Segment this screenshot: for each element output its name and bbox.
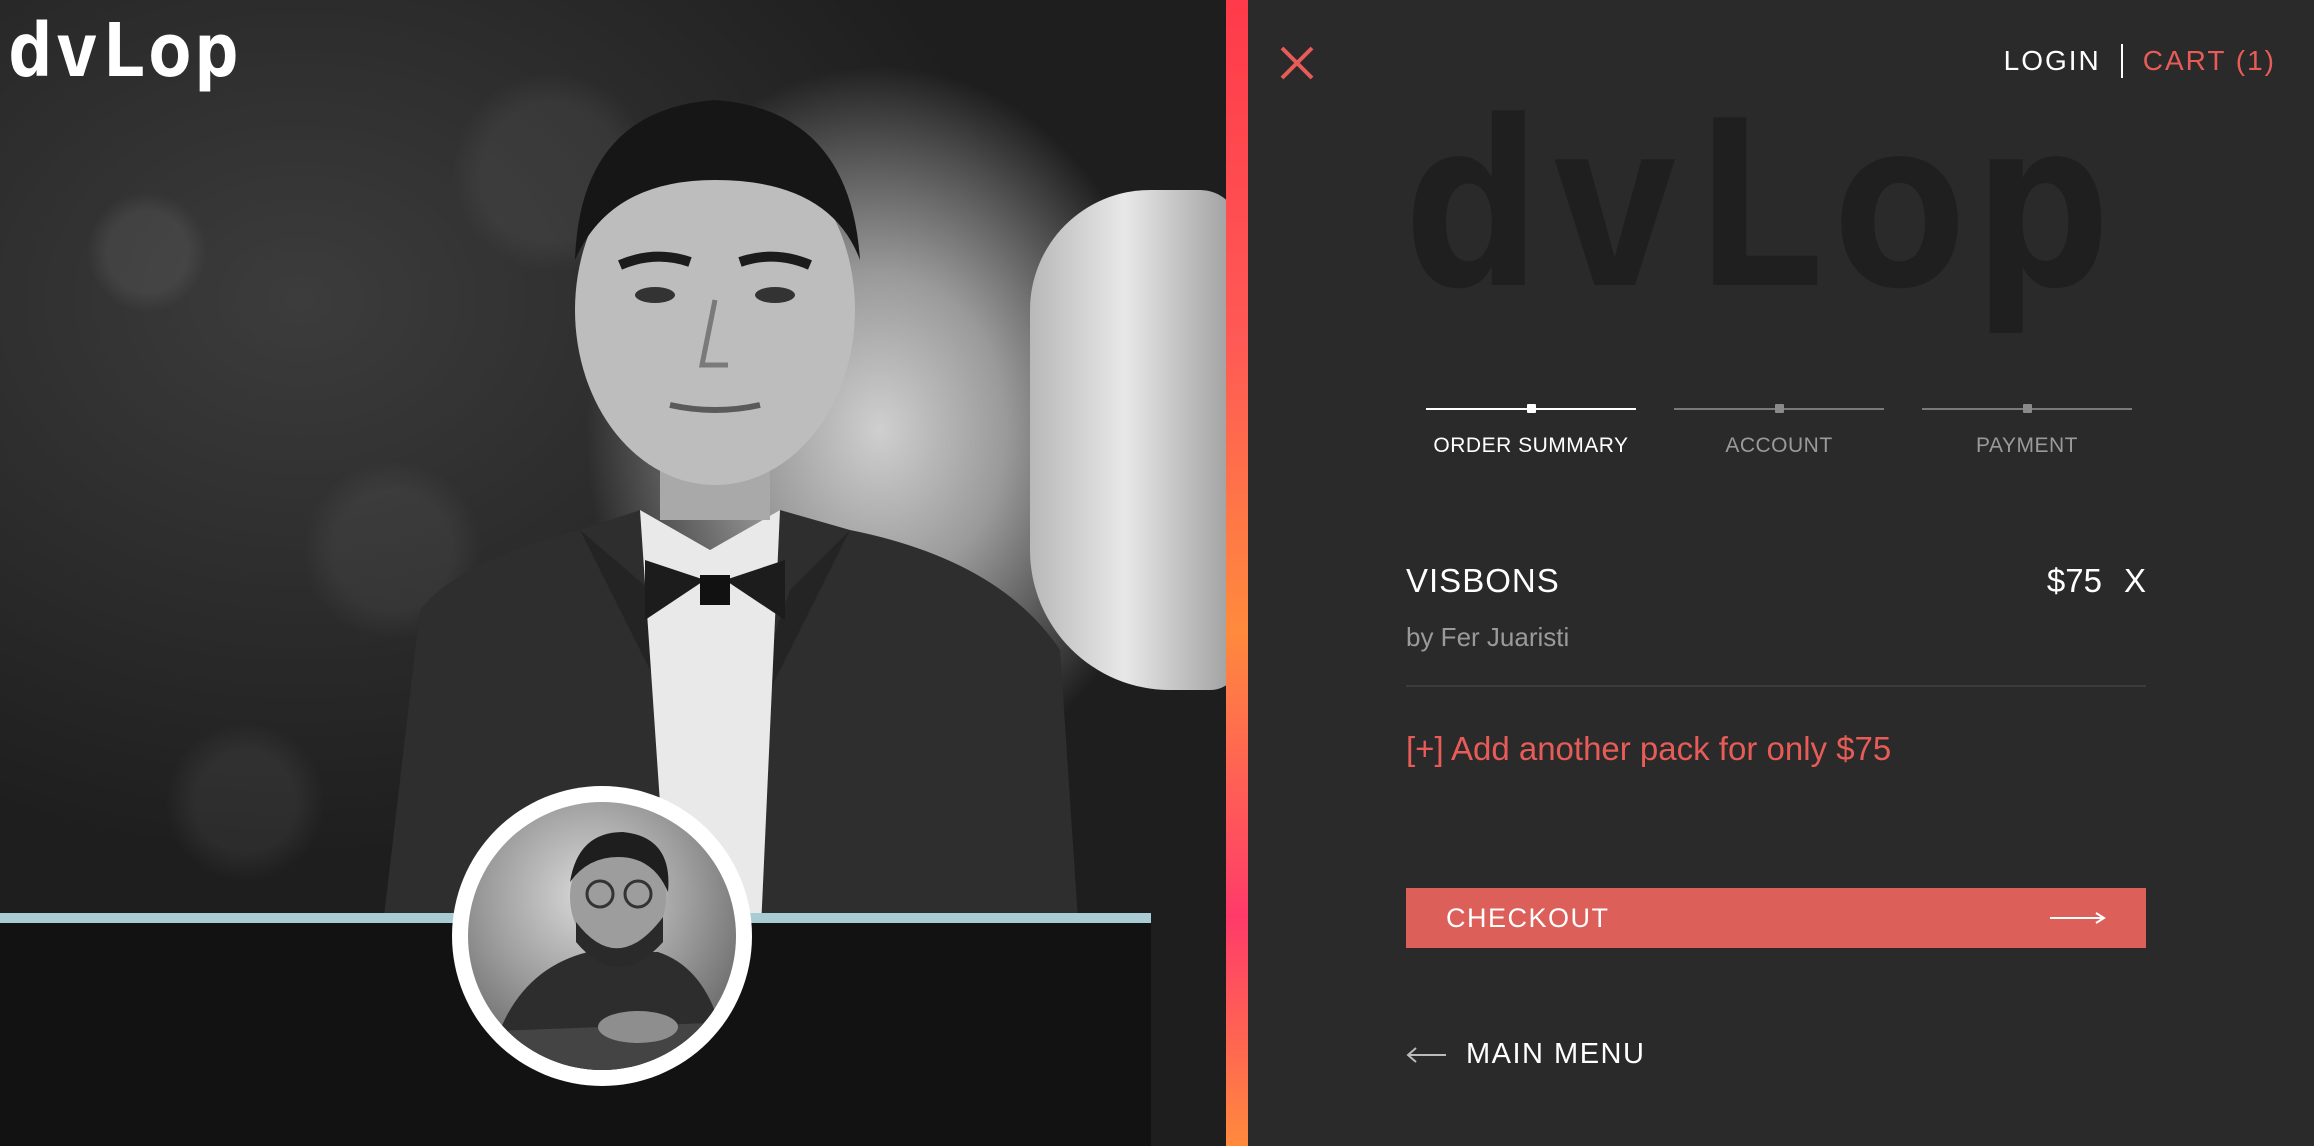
brand-logo[interactable]: dvLop xyxy=(8,14,241,88)
step-order-summary[interactable]: ORDER SUMMARY xyxy=(1426,404,1636,458)
cart-item-price: $75 xyxy=(2046,562,2102,599)
step-line xyxy=(1674,404,1884,413)
item-divider xyxy=(1406,685,2146,687)
remove-item-button[interactable]: X xyxy=(2124,562,2146,600)
author-avatar[interactable] xyxy=(452,786,752,1086)
cart-item: VISBONS by Fer Juaristi $75 X xyxy=(1406,562,2146,653)
cart-panel: LOGIN CART (1) dvLop ORDER SUMMARY ACCOU… xyxy=(1248,0,2314,1146)
hero-portrait xyxy=(380,100,1080,950)
cart-link[interactable]: CART (1) xyxy=(2143,45,2276,77)
close-button[interactable] xyxy=(1278,44,1316,82)
main-menu-label: MAIN MENU xyxy=(1466,1038,1646,1070)
cart-item-actions: $75 X xyxy=(2047,562,2146,600)
main-menu-link[interactable]: MAIN MENU xyxy=(1406,1038,1645,1071)
cart-item-author: by Fer Juaristi xyxy=(1406,622,1570,652)
panel-gradient-edge xyxy=(1226,0,1248,1146)
step-line xyxy=(1426,404,1636,413)
step-line xyxy=(1922,404,2132,413)
arrow-left-icon xyxy=(1406,1046,1446,1063)
step-label: PAYMENT xyxy=(1976,434,2078,457)
close-icon xyxy=(1280,46,1314,80)
cart-item-name: VISBONS xyxy=(1406,562,1560,599)
step-dot xyxy=(1775,404,1784,413)
hero-image: dvLop xyxy=(0,0,1226,1146)
checkout-label: CHECKOUT xyxy=(1446,902,1610,933)
add-pack-link[interactable]: [+] Add another pack for only $75 xyxy=(1406,730,1891,768)
step-label: ORDER SUMMARY xyxy=(1433,434,1629,457)
step-account[interactable]: ACCOUNT xyxy=(1674,404,1884,458)
brand-watermark: dvLop xyxy=(1403,73,2116,340)
checkout-stepper: ORDER SUMMARY ACCOUNT PAYMENT xyxy=(1426,404,2132,468)
author-avatar-photo xyxy=(468,802,736,1070)
step-dot xyxy=(2023,404,2032,413)
arrow-right-icon xyxy=(2050,912,2106,924)
nav-separator xyxy=(2120,44,2123,78)
step-payment[interactable]: PAYMENT xyxy=(1922,404,2132,458)
author-avatar-illustration xyxy=(468,832,736,1070)
step-label: ACCOUNT xyxy=(1725,434,1833,457)
checkout-button[interactable]: CHECKOUT xyxy=(1406,888,2146,948)
step-dot xyxy=(1527,404,1536,413)
